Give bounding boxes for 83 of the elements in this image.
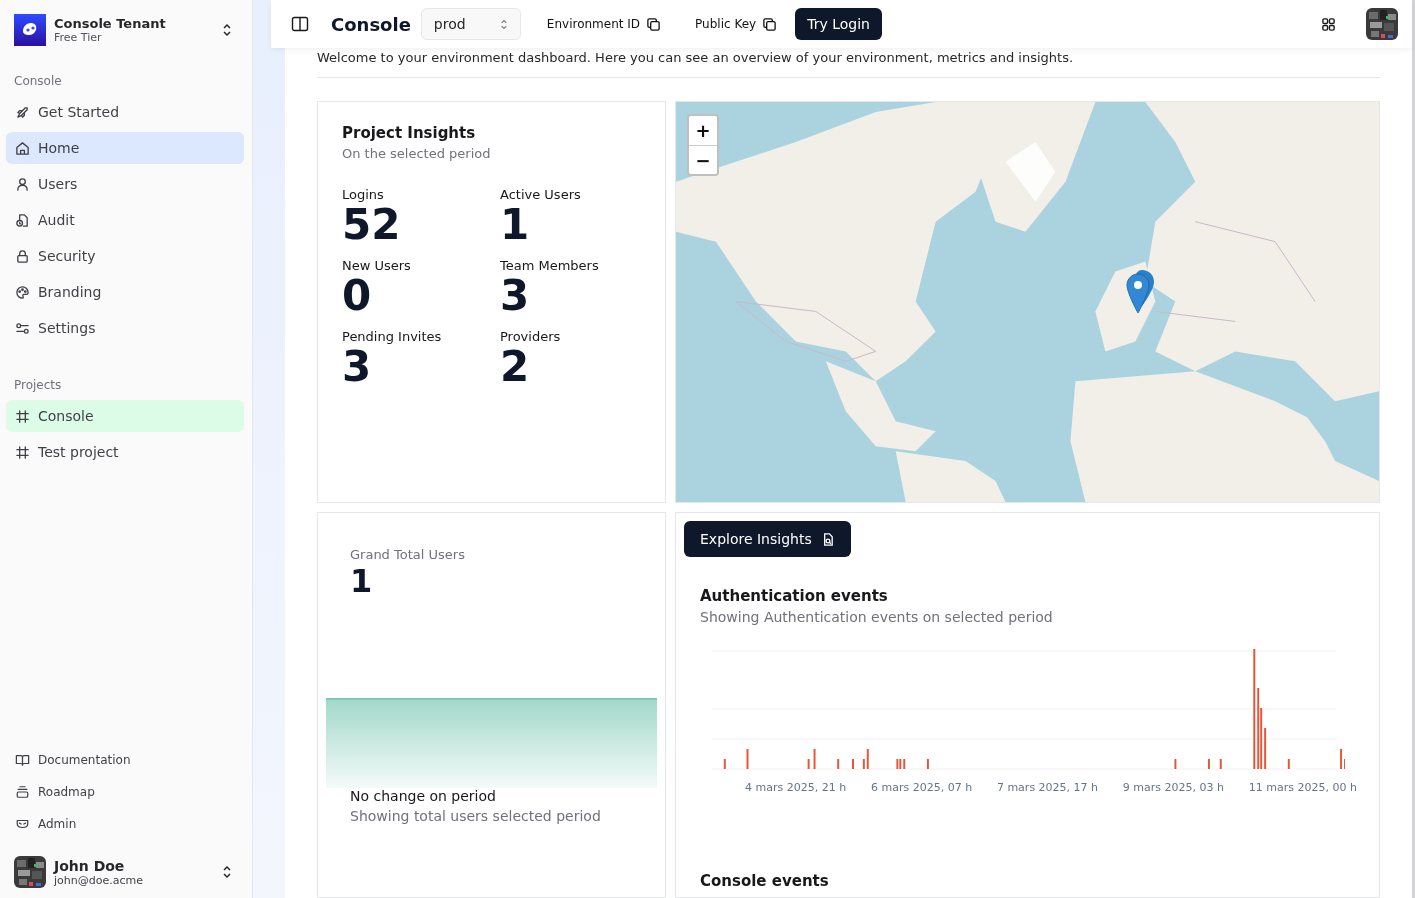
stat-label: Logins [342,187,385,202]
zoom-out-button[interactable]: − [689,145,717,174]
axis-label: 4 mars 2025, 21 h [745,781,847,794]
book-icon [15,753,30,767]
chart-bar [1219,759,1222,769]
chart-bar [807,759,810,769]
nav-item[interactable]: Branding [6,276,244,308]
tenant-logo-icon [14,14,46,46]
card-subtitle: Showing Authentication events on selected period [700,609,1054,625]
hash-icon [15,408,30,424]
chart-bar [813,749,816,769]
copy-environment-id-button[interactable]: Environment ID [538,16,670,32]
stat-value: 1 [350,562,374,600]
chart-bar [1207,759,1210,769]
user-email: john@doe.acme [54,873,144,887]
chart-bar [837,759,840,769]
copy-icon [646,16,662,32]
lock-icon [15,248,30,264]
rocket-icon [15,104,30,120]
chevron-up-down-icon [499,18,508,30]
stat-value: 2 [500,344,531,390]
card-title: Console events [700,872,830,890]
explore-insights-button[interactable]: Explore Insights [684,521,851,557]
copy-public-key-button[interactable]: Public Key [687,16,786,32]
axis-label: 7 mars 2025, 17 h [996,781,1099,794]
mask-icon [15,817,30,831]
change-text: No change on period [350,788,497,804]
footer-link[interactable]: Roadmap [6,780,244,804]
sidebar-toggle-icon[interactable] [291,15,309,33]
card-caption: Showing total users selected period [350,808,602,824]
environment-select[interactable]: prod [420,8,521,40]
stat-label: Active Users [500,187,582,202]
nav-item[interactable]: Test project [6,436,244,468]
nav-item[interactable]: Security [6,240,244,272]
card-title: Authentication events [700,587,889,605]
copy-icon [762,16,778,32]
stat-value: 3 [500,273,531,319]
try-login-button[interactable]: Try Login [795,8,882,40]
tenant-name: Console Tenant [54,16,167,31]
hash-icon [15,444,30,460]
axis-label: 11 mars 2025, 00 h [1248,781,1357,794]
footer-link[interactable]: Admin [6,812,244,836]
axis-label: 9 mars 2025, 03 h [1122,781,1224,794]
stat-label: Providers [500,329,562,344]
grid-icon[interactable] [1321,16,1336,32]
nav-item[interactable]: Users [6,168,244,200]
user-name: John Doe [54,857,126,874]
nav-item[interactable]: Settings [6,312,244,344]
card-title: Project Insights [342,124,477,142]
chevron-up-down-icon[interactable] [222,23,232,37]
chart-bar [723,759,726,769]
card-subtitle: On the selected period [342,146,492,161]
footer-link[interactable]: Documentation [6,748,244,772]
stat-value: 3 [342,344,372,390]
chart-bar [1287,759,1290,769]
chevron-up-down-icon[interactable] [222,865,232,879]
chart-bar [926,759,929,769]
nav-item[interactable]: Audit [6,204,244,236]
nav-item[interactable]: Get Started [6,96,244,128]
nav-item[interactable]: Home [6,132,244,164]
section-heading: Projects [13,378,63,394]
stat-value: 52 [342,202,402,248]
stat-label: Pending Invites [342,329,443,344]
axis-label: 6 mars 2025, 07 h [870,781,973,794]
palette-icon [15,284,30,300]
nav-item[interactable]: Console [6,400,244,432]
stat-label: Team Members [500,258,600,273]
welcome-text: Welcome to your environment dashboard. Here you can see an overview of your environment, metrics and insights. [317,50,1075,65]
map-pin-icon[interactable] [1125,269,1155,315]
chart-bar [746,749,749,769]
tenant-plan: Free Tier [54,31,103,44]
stat-value: 1 [500,202,531,248]
stat-value: 0 [342,273,373,319]
file-clock-icon [15,212,30,228]
page-title: Console [331,13,411,35]
user-icon [15,176,30,192]
stat-label: New Users [342,258,412,273]
card-label: Grand Total Users [350,547,466,562]
section-heading: Console [13,74,63,90]
chart-bar [1174,759,1177,769]
sliders-icon [15,320,30,336]
home-icon [15,140,30,156]
box-stack-icon [15,785,30,799]
